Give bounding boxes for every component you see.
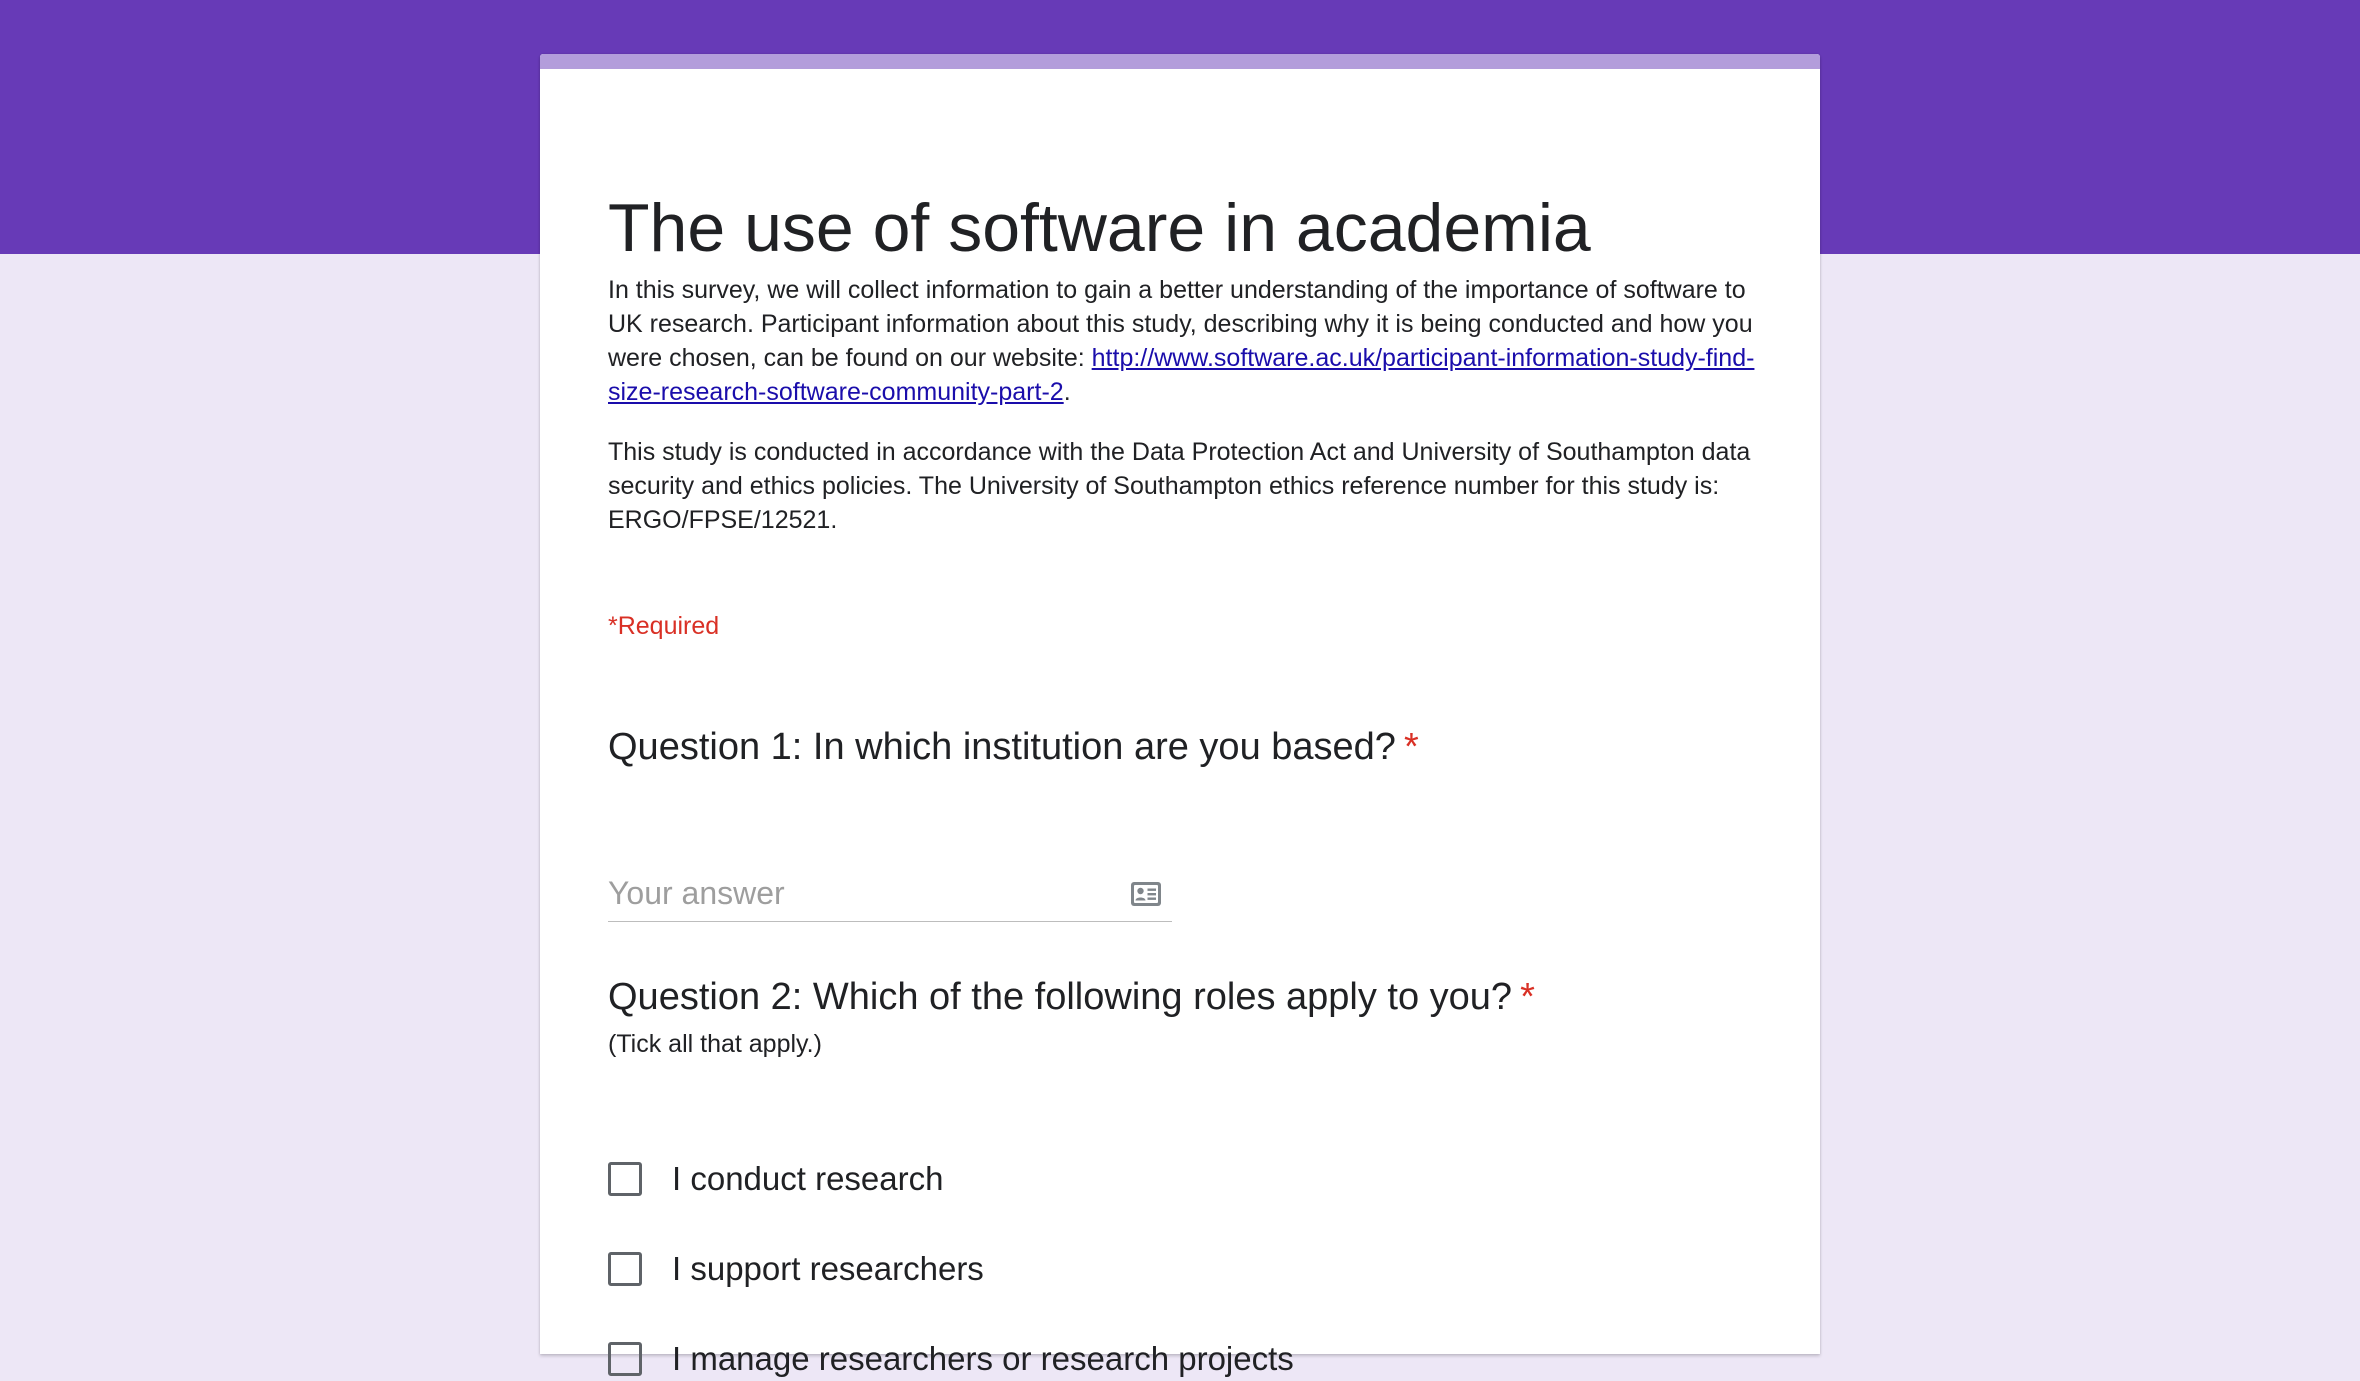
description-paragraph-1: In this survey, we will collect informat… [608,273,1758,409]
contact-card-icon[interactable] [1130,881,1162,907]
option-label[interactable]: I support researchers [672,1247,984,1291]
institution-answer-input[interactable] [608,869,1108,917]
required-note: *Required [608,612,720,640]
option-support-researchers[interactable]: I support researchers [608,1247,984,1291]
question-2-title-text: Question 2: Which of the following roles… [608,976,1513,1018]
checkbox[interactable] [608,1162,642,1196]
option-label[interactable]: I manage researchers or research project… [672,1337,1294,1381]
required-asterisk: * [1520,976,1535,1018]
form-header-card: The use of software in academia In this … [540,54,1820,1377]
option-label[interactable]: I conduct research [672,1157,943,1201]
description-paragraph-2: This study is conducted in accordance wi… [608,438,1751,534]
question-1-answer-field[interactable] [608,869,1172,922]
description-text-1-end: . [1063,378,1071,406]
card-accent-bar [540,54,1820,69]
option-conduct-research[interactable]: I conduct research [608,1157,943,1201]
option-manage-researchers[interactable]: I manage researchers or research project… [608,1337,1294,1381]
checkbox[interactable] [608,1252,642,1286]
checkbox[interactable] [608,1342,642,1376]
required-asterisk: * [1403,726,1419,768]
question-2-title: Question 2: Which of the following roles… [608,973,1535,1021]
form-title: The use of software in academia [608,190,1591,266]
question-1-title: Question 1: In which institution are you… [608,723,1419,771]
question-1-title-text: Question 1: In which institution are you… [608,726,1396,768]
form-description: In this survey, we will collect informat… [608,273,1758,563]
question-2-help-text: (Tick all that apply.) [608,1030,822,1058]
